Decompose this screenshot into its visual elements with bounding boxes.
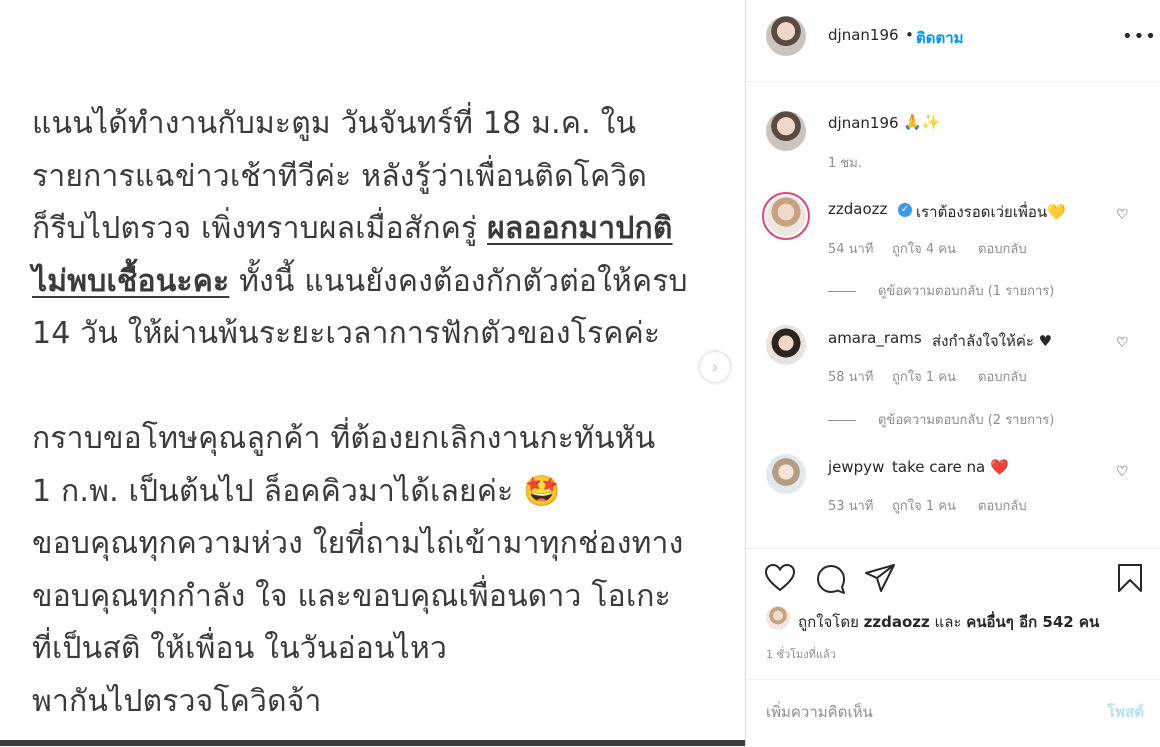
next-image-button[interactable]: › xyxy=(700,352,730,382)
post-image: แนนได้ทำงานกับมะตูม วันจันทร์ที่ 18 ม.ค.… xyxy=(0,0,745,746)
comment-input[interactable]: เพิ่มความคิดเห็น xyxy=(766,700,873,724)
comment-reply-button[interactable]: ตอบกลับ xyxy=(978,238,1027,259)
comment-avatar[interactable] xyxy=(766,454,806,494)
comment-icon[interactable] xyxy=(815,563,847,595)
view-replies-button[interactable]: ดูข้อความตอบกลับ (2 รายการ) xyxy=(828,409,1054,430)
liked-by-avatar[interactable] xyxy=(766,606,790,630)
post-header: djnan196 • ติดตาม ••• xyxy=(746,0,1160,82)
comment-like-heart-icon[interactable]: ♡ xyxy=(1116,464,1129,480)
chevron-right-icon: › xyxy=(711,356,719,378)
view-replies-button[interactable]: ดูข้อความตอบกลับ (1 รายการ) xyxy=(828,280,1054,301)
post-time[interactable]: 1 ชั่วโมงที่แล้ว xyxy=(766,645,836,663)
caption-text: 🙏✨ xyxy=(903,113,941,131)
add-comment-bar: เพิ่มความคิดเห็น โพสต์ xyxy=(746,679,1160,747)
comment-username[interactable]: amara_rams xyxy=(828,329,922,347)
verified-badge-icon: ✓ xyxy=(898,203,912,217)
comment-time[interactable]: 58 นาที xyxy=(828,366,873,387)
comments-list[interactable]: djnan196 🙏✨ 1 ชม. zzdaozz ✓ เราต้องรอดเว… xyxy=(746,82,1160,548)
post-text-line: ก็รีบไปตรวจ เพิ่งทราบผลเมื่อสักครู่ ผลออ… xyxy=(32,211,673,246)
separator-dot: • xyxy=(905,26,914,44)
author-username[interactable]: djnan196 xyxy=(828,26,899,44)
comment-text: ส่งกำลังใจให้ค่ะ ♥ xyxy=(932,332,1053,350)
author-avatar[interactable] xyxy=(766,16,806,56)
follow-button[interactable]: ติดตาม xyxy=(916,26,964,50)
post-text-line: แนนได้ทำงานกับมะตูม วันจันทร์ที่ 18 ม.ค.… xyxy=(32,106,637,141)
caption-avatar[interactable] xyxy=(766,111,806,151)
post-comment-button[interactable]: โพสต์ xyxy=(1107,700,1144,724)
underlined-text: ผลออกมาปกติ xyxy=(487,211,673,246)
post-text-line: พากันไปตรวจโควิดจ้า xyxy=(32,683,322,719)
heart-icon[interactable] xyxy=(764,563,796,593)
post-text-line: ขอบคุณทุกกำลัง ใจ และขอบคุณเพื่อนดาว โอเ… xyxy=(32,578,671,614)
comment-likes[interactable]: ถูกใจ 1 คน xyxy=(892,366,956,387)
comment-text: เราต้องรอดเว่ยเพื่อน💛 xyxy=(916,203,1066,221)
comment-like-heart-icon[interactable]: ♡ xyxy=(1116,335,1129,351)
comment-reply-button[interactable]: ตอบกลับ xyxy=(978,495,1027,516)
post-text-line: กราบขอโทษคุณลูกค้า ที่ต้องยกเลิกงานกะทัน… xyxy=(32,421,656,456)
comment-avatar[interactable] xyxy=(766,196,806,236)
comment-like-heart-icon[interactable]: ♡ xyxy=(1116,207,1129,223)
comment-reply-button[interactable]: ตอบกลับ xyxy=(978,366,1027,387)
post-text-line: 14 วัน ให้ผ่านพ้นระยะเวลาการฟักตัวของโรค… xyxy=(32,316,661,351)
image-next-edge xyxy=(0,740,745,746)
comment-likes[interactable]: ถูกใจ 1 คน xyxy=(892,495,956,516)
comment-avatar[interactable] xyxy=(766,325,806,365)
actions-divider xyxy=(746,548,1160,550)
post-image-text: แนนได้ทำงานกับมะตูม วันจันทร์ที่ 18 ม.ค.… xyxy=(32,98,732,728)
likes-summary[interactable]: ถูกใจโดย zzdaozz และ คนอื่นๆ อีก 542 คน xyxy=(798,610,1099,634)
post-sidebar: djnan196 • ติดตาม ••• djnan196 🙏✨ 1 ชม. … xyxy=(746,0,1160,746)
comment-time[interactable]: 53 นาที xyxy=(828,495,873,516)
comment-time[interactable]: 54 นาที xyxy=(828,238,873,259)
underlined-text: ไม่พบเชื้อนะคะ xyxy=(32,263,230,299)
liked-by-others[interactable]: คนอื่นๆ อีก 542 คน xyxy=(966,613,1099,631)
comment-username[interactable]: zzdaozz xyxy=(828,200,887,218)
post-text-line: รายการแฉข่าวเช้าทีวีค่ะ หลังรู้ว่าเพื่อน… xyxy=(32,158,648,194)
comment-username[interactable]: jewpyw xyxy=(828,458,884,476)
bookmark-icon[interactable] xyxy=(1116,563,1144,593)
post-text-line: 1 ก.พ. เป็นต้นไป ล็อคคิวมาได้เลยค่ะ 🤩 xyxy=(32,473,561,509)
post-text-line: ไม่พบเชื้อนะคะ ทั้งนี้ แนนยังคงต้องกักตั… xyxy=(32,263,688,299)
liked-by-username[interactable]: zzdaozz xyxy=(864,613,930,631)
comment-text: take care na ❤️ xyxy=(892,458,1009,476)
caption-username[interactable]: djnan196 xyxy=(828,114,899,132)
post-text-line: ขอบคุณทุกความห่วง ใยที่ถามไถ่เข้ามาทุกช่… xyxy=(32,526,684,561)
more-options-icon[interactable]: ••• xyxy=(1122,26,1157,47)
comment-likes[interactable]: ถูกใจ 4 คน xyxy=(892,238,956,259)
post-text-line: ที่เป็นสติ ให้เพื่อน ในวันอ่อนไหว xyxy=(32,631,447,666)
post-text-line xyxy=(32,361,732,414)
share-icon[interactable] xyxy=(864,563,896,593)
caption-time[interactable]: 1 ชม. xyxy=(828,152,862,173)
